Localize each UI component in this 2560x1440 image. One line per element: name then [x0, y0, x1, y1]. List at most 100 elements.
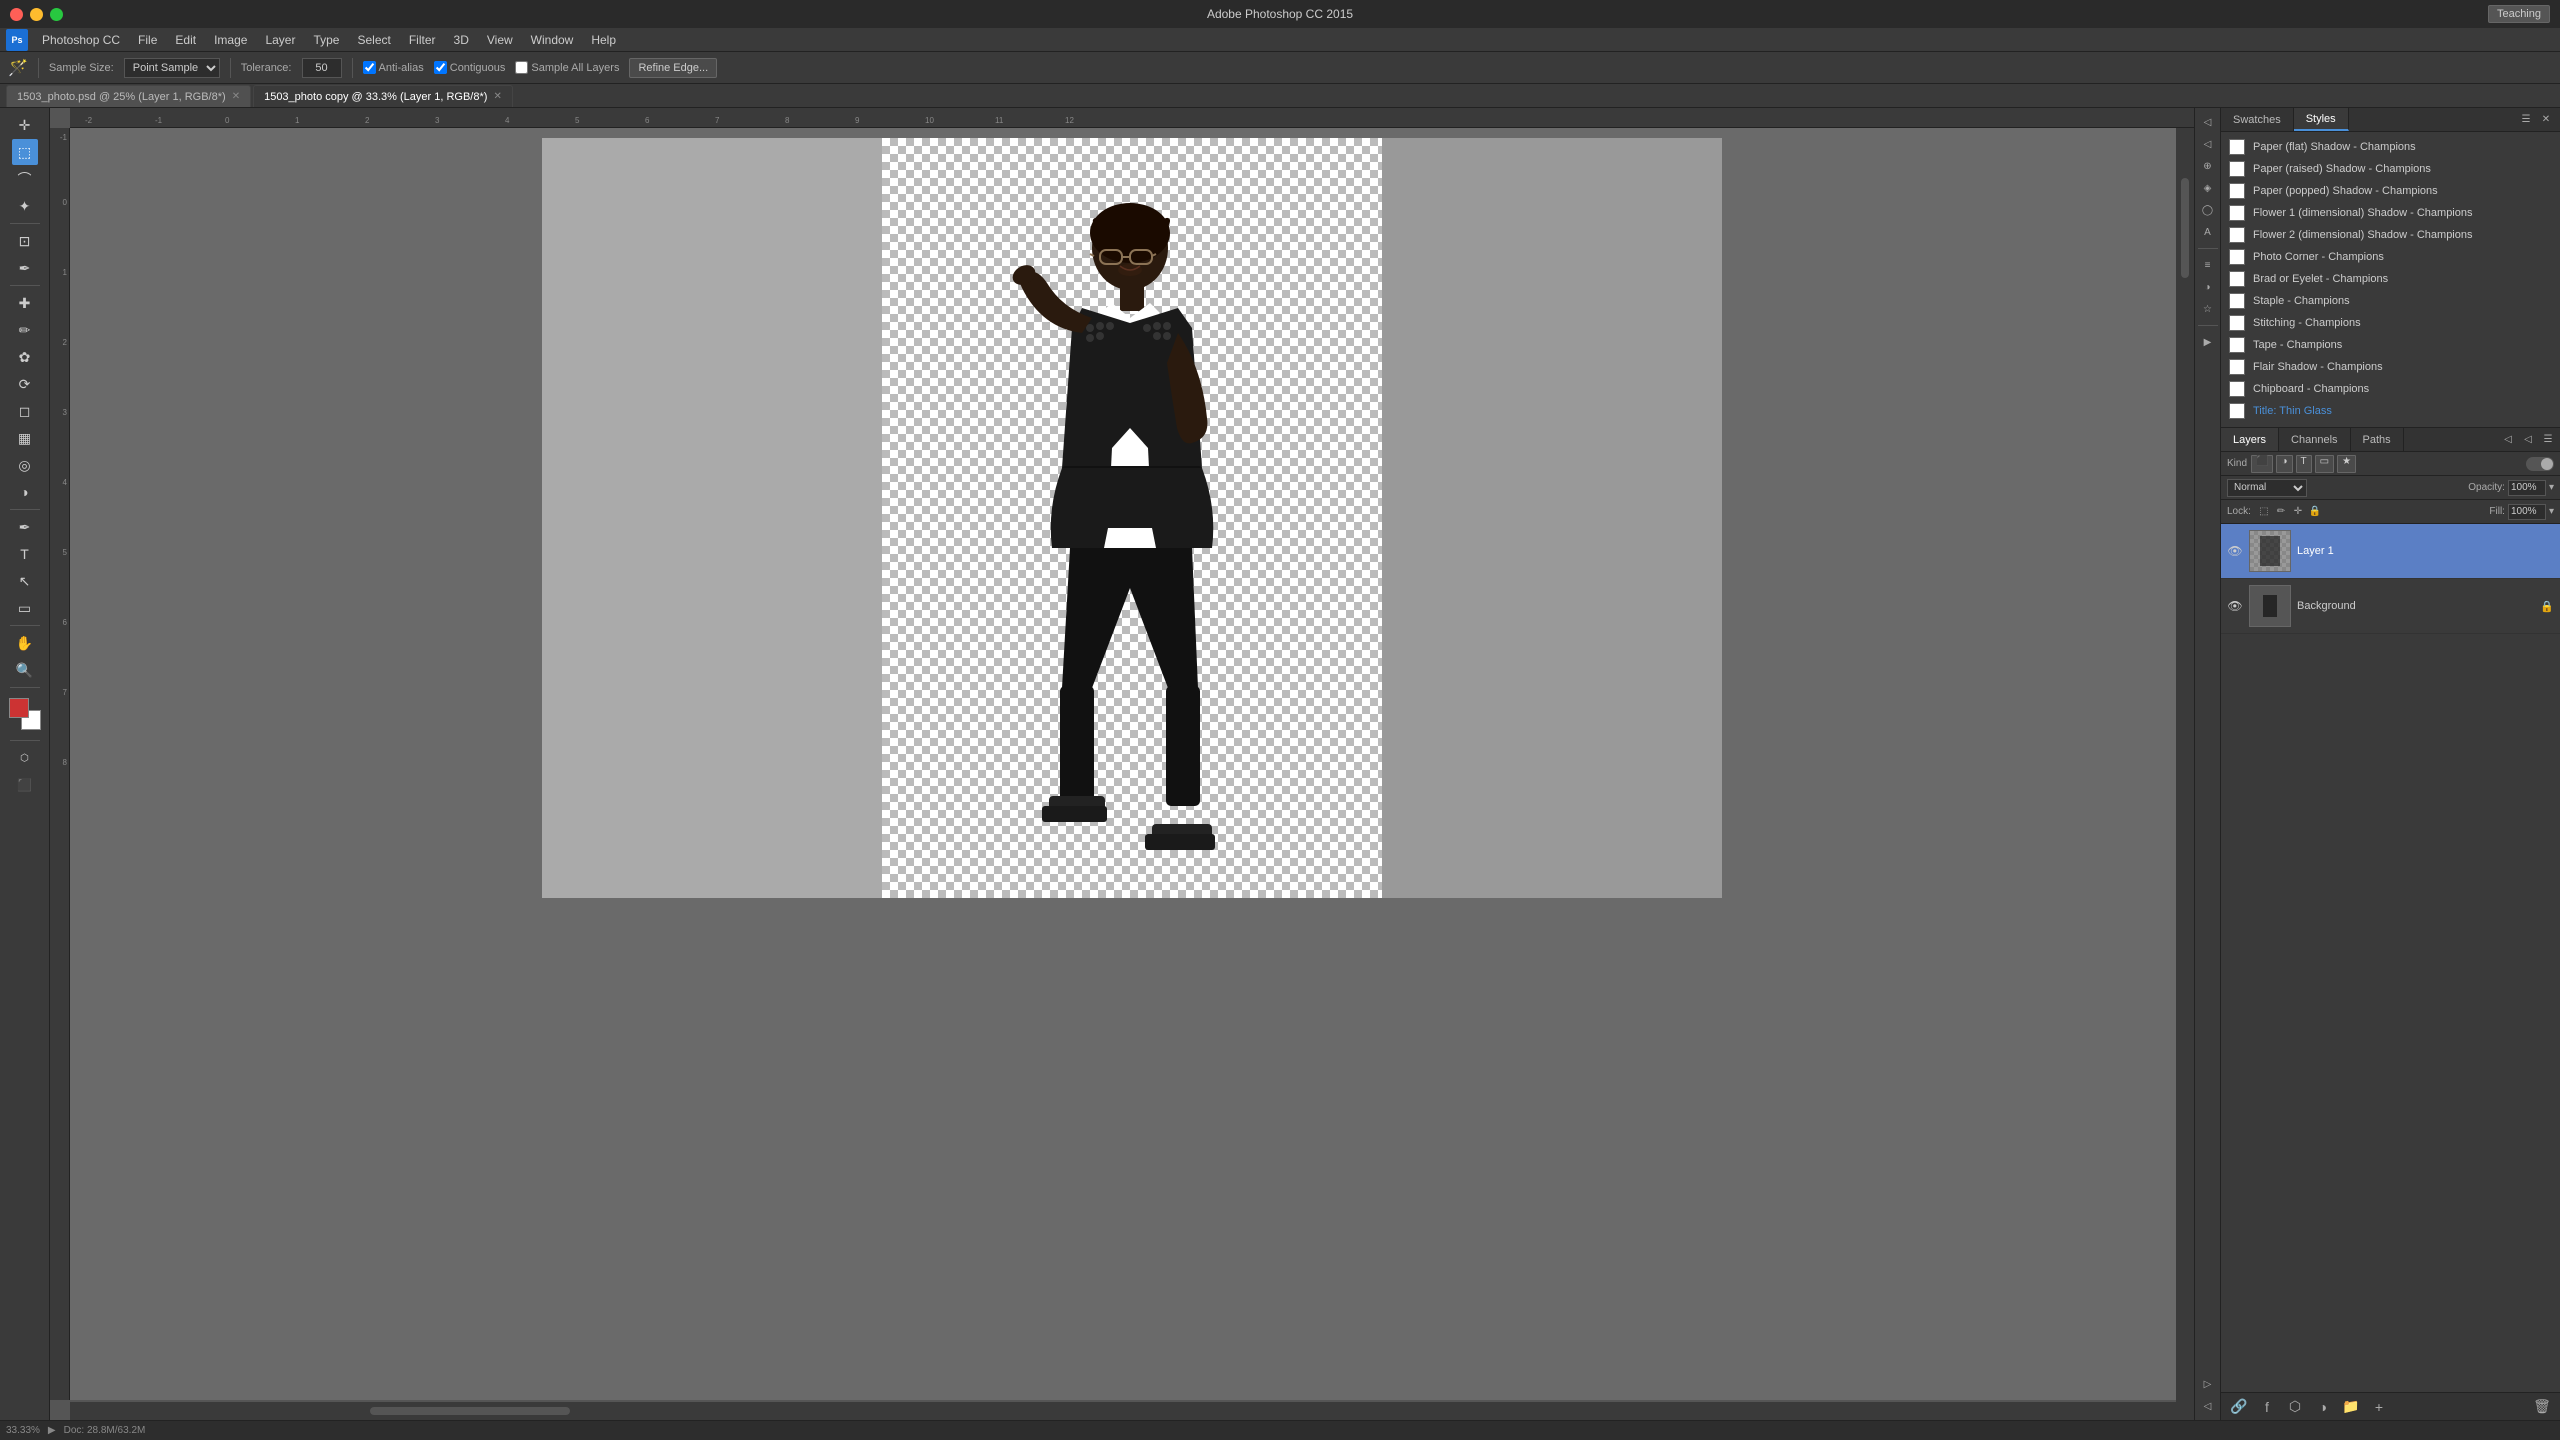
background-visibility-toggle[interactable]: 👁 — [2227, 598, 2243, 614]
magic-wand-tool[interactable]: ✦ — [12, 193, 38, 219]
panel-menu-btn[interactable]: ☰ — [2518, 112, 2534, 128]
panel-toggle-2[interactable]: ◁ — [2198, 134, 2218, 154]
crop-tool[interactable]: ⊡ — [12, 228, 38, 254]
new-adjustment-btn[interactable]: ◑ — [2313, 1397, 2333, 1417]
canvas-area[interactable]: -2 -1 0 1 2 3 4 5 6 7 8 9 10 11 12 -1 0 … — [50, 108, 2194, 1420]
path-selection-tool[interactable]: ↖ — [12, 568, 38, 594]
blur-tool[interactable]: ◎ — [12, 452, 38, 478]
minimize-button[interactable] — [30, 8, 43, 21]
layers-tab[interactable]: Layers — [2221, 428, 2279, 451]
layers-btn[interactable]: ≡ — [2198, 255, 2218, 275]
foreground-color[interactable] — [9, 698, 29, 718]
delete-layer-btn[interactable]: 🗑 — [2532, 1397, 2552, 1417]
layer1-visibility-toggle[interactable]: 👁 — [2227, 543, 2243, 559]
menu-window[interactable]: Window — [523, 31, 582, 49]
color-indicators[interactable] — [9, 698, 41, 730]
zoom-tool[interactable]: 🔍 — [12, 657, 38, 683]
canvas-background[interactable] — [70, 128, 2194, 1400]
lock-position-btn[interactable]: ✛ — [2291, 505, 2305, 519]
style-item-6[interactable]: Photo Corner - Champions — [2221, 246, 2560, 268]
style-item-12[interactable]: Chipboard - Champions — [2221, 378, 2560, 400]
new-layer-btn[interactable]: + — [2369, 1397, 2389, 1417]
lasso-tool[interactable]: ⌒ — [12, 166, 38, 192]
menu-filter[interactable]: Filter — [401, 31, 444, 49]
menu-photoshop[interactable]: Photoshop CC — [34, 31, 128, 49]
refine-edge-button[interactable]: Refine Edge... — [629, 58, 717, 78]
menu-file[interactable]: File — [130, 31, 165, 49]
tab-1503-photo-copy[interactable]: 1503_photo copy @ 33.3% (Layer 1, RGB/8*… — [253, 85, 513, 107]
move-tool[interactable]: ✛ — [12, 112, 38, 138]
add-style-btn[interactable]: f — [2257, 1397, 2277, 1417]
channels-tab[interactable]: Channels — [2279, 428, 2350, 451]
panel-toggle-1[interactable]: ◁ — [2198, 112, 2218, 132]
menu-3d[interactable]: 3D — [446, 31, 477, 49]
char-para-btn[interactable]: A — [2198, 222, 2218, 242]
panel-close-btn[interactable]: ✕ — [2538, 112, 2554, 128]
new-group-btn[interactable]: 📁 — [2341, 1397, 2361, 1417]
adjustments-btn[interactable]: ◑ — [2198, 277, 2218, 297]
hand-tool[interactable]: ✋ — [12, 630, 38, 656]
link-layers-btn[interactable]: 🔗 — [2229, 1397, 2249, 1417]
spot-healing-tool[interactable]: ✚ — [12, 290, 38, 316]
close-button[interactable] — [10, 8, 23, 21]
opacity-input[interactable] — [2508, 480, 2546, 496]
add-mask-btn[interactable]: ⬡ — [2285, 1397, 2305, 1417]
sample-size-select[interactable]: Point Sample — [124, 58, 220, 78]
eraser-tool[interactable]: ◻ — [12, 398, 38, 424]
style-item-13[interactable]: Title: Thin Glass — [2221, 400, 2560, 422]
style-item-4[interactable]: Flower 1 (dimensional) Shadow - Champion… — [2221, 202, 2560, 224]
menu-type[interactable]: Type — [305, 31, 347, 49]
styles-btn[interactable]: ☆ — [2198, 299, 2218, 319]
sample-all-layers-checkbox[interactable] — [515, 61, 528, 74]
layer-settings-btn[interactable]: ◁ — [2520, 432, 2536, 448]
rectangular-marquee-tool[interactable]: ⬚ — [12, 139, 38, 165]
canvas-transparent[interactable] — [882, 138, 1382, 898]
layer-item-layer1[interactable]: 👁 Layer 1 — [2221, 524, 2560, 579]
canvas-scrollbar-horizontal[interactable] — [70, 1402, 2194, 1420]
style-item-7[interactable]: Brad or Eyelet - Champions — [2221, 268, 2560, 290]
contiguous-checkbox[interactable] — [434, 61, 447, 74]
layer-menu-btn[interactable]: ☰ — [2540, 432, 2556, 448]
brush-preset-btn[interactable]: ◯ — [2198, 200, 2218, 220]
timeline-btn[interactable]: ▶ — [2198, 332, 2218, 352]
fill-input[interactable] — [2508, 504, 2546, 520]
color-btn[interactable]: ◈ — [2198, 178, 2218, 198]
filter-toggle-switch[interactable] — [2526, 457, 2554, 471]
lock-transparent-btn[interactable]: ⬚ — [2257, 505, 2271, 519]
layer-collapse-btn[interactable]: ◁ — [2500, 432, 2516, 448]
expand-btn[interactable]: ▷ — [2198, 1374, 2218, 1394]
history-brush-tool[interactable]: ⟳ — [12, 371, 38, 397]
pen-tool[interactable]: ✒ — [12, 514, 38, 540]
lock-image-btn[interactable]: ✏ — [2274, 505, 2288, 519]
style-item-8[interactable]: Staple - Champions — [2221, 290, 2560, 312]
filter-shape-btn[interactable]: ▭ — [2315, 455, 2334, 473]
style-item-11[interactable]: Flair Shadow - Champions — [2221, 356, 2560, 378]
menu-help[interactable]: Help — [583, 31, 624, 49]
styles-tab[interactable]: Styles — [2294, 108, 2349, 131]
style-item-5[interactable]: Flower 2 (dimensional) Shadow - Champion… — [2221, 224, 2560, 246]
clone-stamp-tool[interactable]: ✿ — [12, 344, 38, 370]
rectangle-tool[interactable]: ▭ — [12, 595, 38, 621]
layer-item-background[interactable]: 👁 Background 🔒 — [2221, 579, 2560, 634]
collapse-btn[interactable]: ◁ — [2198, 1396, 2218, 1416]
navigator-btn[interactable]: ⊕ — [2198, 156, 2218, 176]
style-item-2[interactable]: Paper (raised) Shadow - Champions — [2221, 158, 2560, 180]
paths-tab[interactable]: Paths — [2351, 428, 2404, 451]
quick-mask-btn[interactable]: ⬡ — [12, 745, 38, 771]
menu-layer[interactable]: Layer — [257, 31, 303, 49]
opacity-dropdown[interactable]: ▾ — [2549, 482, 2554, 493]
dodge-tool[interactable]: ◑ — [12, 479, 38, 505]
fill-dropdown[interactable]: ▾ — [2549, 506, 2554, 517]
menu-image[interactable]: Image — [206, 31, 255, 49]
filter-pixel-btn[interactable]: ⬛ — [2251, 455, 2273, 473]
canvas-scrollbar-vertical[interactable] — [2176, 128, 2194, 1402]
brush-tool[interactable]: ✏ — [12, 317, 38, 343]
swatches-tab[interactable]: Swatches — [2221, 108, 2294, 131]
tolerance-input[interactable]: 50 — [302, 58, 342, 78]
maximize-button[interactable] — [50, 8, 63, 21]
filter-adjust-btn[interactable]: ◑ — [2276, 455, 2292, 473]
menu-view[interactable]: View — [479, 31, 521, 49]
style-item-3[interactable]: Paper (popped) Shadow - Champions — [2221, 180, 2560, 202]
filter-type-btn[interactable]: T — [2296, 455, 2312, 473]
gradient-tool[interactable]: ▦ — [12, 425, 38, 451]
